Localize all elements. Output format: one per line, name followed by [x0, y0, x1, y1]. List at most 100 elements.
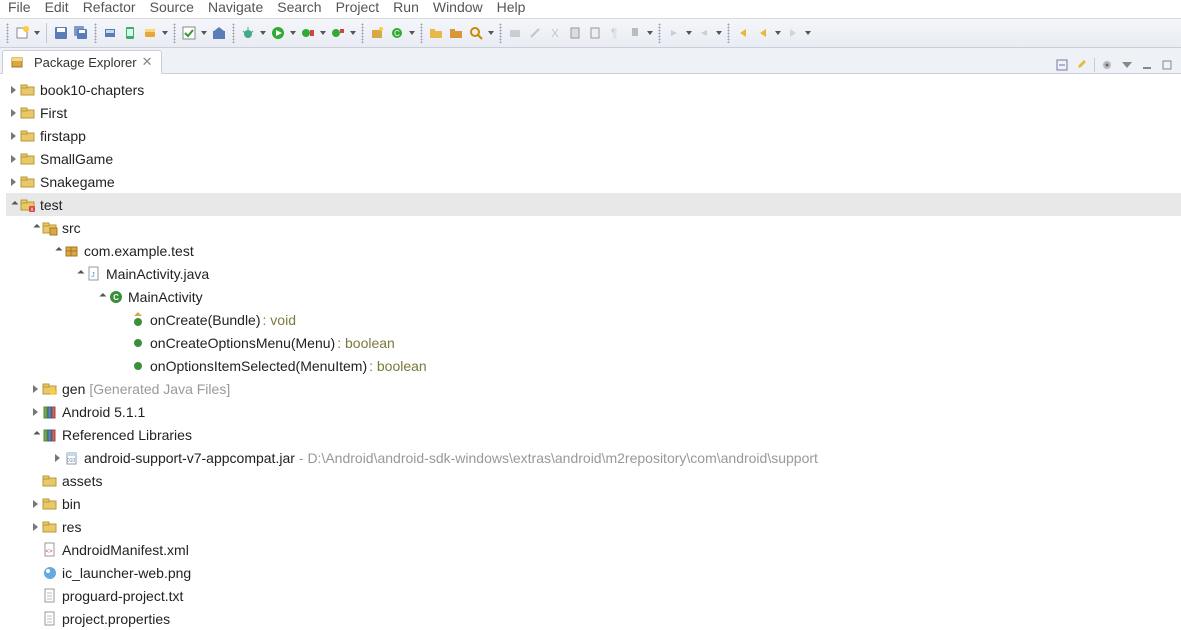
new-package-button[interactable]	[368, 24, 386, 42]
checkbox-button[interactable]	[180, 24, 198, 42]
collapsed-arrow-icon[interactable]	[6, 83, 20, 97]
tree-node[interactable]: Android 5.1.1	[6, 400, 1181, 423]
menu-help[interactable]: Help	[497, 0, 526, 15]
save-button[interactable]	[52, 24, 70, 42]
print-button[interactable]	[506, 24, 524, 42]
new-dropdown[interactable]	[33, 24, 41, 42]
open-type-button[interactable]	[427, 24, 445, 42]
view-menu-button[interactable]	[1119, 57, 1135, 73]
new-button[interactable]	[13, 24, 31, 42]
prev-annotation-dropdown[interactable]	[715, 24, 723, 42]
maximize-view-button[interactable]	[1159, 57, 1175, 73]
toolbar-grip[interactable]	[232, 23, 235, 43]
collapsed-arrow-icon[interactable]	[28, 405, 42, 419]
tree-node[interactable]: JMainActivity.java	[6, 262, 1181, 285]
minimize-view-button[interactable]	[1139, 57, 1155, 73]
run-dropdown[interactable]	[289, 24, 297, 42]
tree-node[interactable]: onCreateOptionsMenu(Menu) : boolean	[6, 331, 1181, 354]
expanded-arrow-icon[interactable]	[94, 290, 108, 304]
back-dropdown[interactable]	[774, 24, 782, 42]
package-explorer-tree[interactable]: book10-chaptersFirstfirstappSmallGameSna…	[0, 74, 1181, 630]
tree-node[interactable]: ic_launcher-web.png	[6, 561, 1181, 584]
collapsed-arrow-icon[interactable]	[50, 451, 64, 465]
menu-run[interactable]: Run	[393, 0, 419, 15]
open-task-button[interactable]	[447, 24, 465, 42]
toolbar-grip[interactable]	[499, 23, 502, 43]
tree-node[interactable]: proguard-project.txt	[6, 584, 1181, 607]
pin-button[interactable]	[626, 24, 644, 42]
cut-button[interactable]	[546, 24, 564, 42]
toolbar-grip[interactable]	[173, 23, 176, 43]
expanded-arrow-icon[interactable]	[28, 221, 42, 235]
checkbox-dropdown[interactable]	[200, 24, 208, 42]
prev-annotation-button[interactable]	[695, 24, 713, 42]
tree-node[interactable]: bin	[6, 492, 1181, 515]
tree-node[interactable]: onOptionsItemSelected(MenuItem) : boolea…	[6, 354, 1181, 377]
run-last-button[interactable]	[299, 24, 317, 42]
collapsed-arrow-icon[interactable]	[6, 152, 20, 166]
tree-node[interactable]: book10-chapters	[6, 78, 1181, 101]
link-editor-button[interactable]	[1074, 57, 1090, 73]
focus-task-button[interactable]	[1099, 57, 1115, 73]
debug-dropdown[interactable]	[259, 24, 267, 42]
tree-node[interactable]: project.properties	[6, 607, 1181, 630]
external-tools-dropdown[interactable]	[349, 24, 357, 42]
tree-node[interactable]: SmallGame	[6, 147, 1181, 170]
paste-button[interactable]	[586, 24, 604, 42]
menu-window[interactable]: Window	[433, 0, 483, 15]
menu-project[interactable]: Project	[336, 0, 380, 15]
collapsed-arrow-icon[interactable]	[6, 129, 20, 143]
menu-navigate[interactable]: Navigate	[208, 0, 263, 15]
new-class-button[interactable]: C	[388, 24, 406, 42]
next-annotation-dropdown[interactable]	[685, 24, 693, 42]
tree-node[interactable]: Referenced Libraries	[6, 423, 1181, 446]
collapsed-arrow-icon[interactable]	[28, 520, 42, 534]
collapsed-arrow-icon[interactable]	[6, 106, 20, 120]
lint-button[interactable]	[141, 24, 159, 42]
next-annotation-button[interactable]	[665, 24, 683, 42]
package-explorer-tab[interactable]: Package Explorer ✕	[2, 50, 162, 74]
run-button[interactable]	[269, 24, 287, 42]
toolbar-grip[interactable]	[658, 23, 661, 43]
tree-node[interactable]: First	[6, 101, 1181, 124]
pin-dropdown[interactable]	[646, 24, 654, 42]
tree-node[interactable]: firstapp	[6, 124, 1181, 147]
tree-node[interactable]: Snakegame	[6, 170, 1181, 193]
expanded-arrow-icon[interactable]	[50, 244, 64, 258]
toolbar-grip[interactable]	[6, 23, 9, 43]
toolbar-grip[interactable]	[727, 23, 730, 43]
menu-refactor[interactable]: Refactor	[83, 0, 136, 15]
tree-node[interactable]: assets	[6, 469, 1181, 492]
collapsed-arrow-icon[interactable]	[28, 497, 42, 511]
collapsed-arrow-icon[interactable]	[6, 175, 20, 189]
forward-button[interactable]	[784, 24, 802, 42]
menu-file[interactable]: File	[8, 0, 31, 15]
forward-dropdown[interactable]	[804, 24, 812, 42]
tree-node[interactable]: CMainActivity	[6, 285, 1181, 308]
tree-node[interactable]: res	[6, 515, 1181, 538]
tree-node[interactable]: src	[6, 216, 1181, 239]
toolbar-grip[interactable]	[420, 23, 423, 43]
tree-node[interactable]: 010android-support-v7-appcompat.jar- D:\…	[6, 446, 1181, 469]
wand-button[interactable]	[526, 24, 544, 42]
menu-search[interactable]: Search	[277, 0, 321, 15]
search-button[interactable]	[467, 24, 485, 42]
tree-node[interactable]: onCreate(Bundle) : void	[6, 308, 1181, 331]
toggle-mark-button[interactable]: ¶	[606, 24, 624, 42]
expanded-arrow-icon[interactable]	[72, 267, 86, 281]
run-last-dropdown[interactable]	[319, 24, 327, 42]
expanded-arrow-icon[interactable]	[6, 198, 20, 212]
debug-button[interactable]	[239, 24, 257, 42]
new-class-dropdown[interactable]	[408, 24, 416, 42]
expanded-arrow-icon[interactable]	[28, 428, 42, 442]
sdk-manager-button[interactable]	[101, 24, 119, 42]
build-button[interactable]	[210, 24, 228, 42]
lint-dropdown[interactable]	[161, 24, 169, 42]
search-dropdown[interactable]	[487, 24, 495, 42]
save-all-button[interactable]	[72, 24, 90, 42]
toolbar-grip[interactable]	[94, 23, 97, 43]
collapsed-arrow-icon[interactable]	[28, 382, 42, 396]
back-history-button[interactable]	[754, 24, 772, 42]
close-tab-icon[interactable]: ✕	[142, 55, 153, 70]
tree-node[interactable]: <>AndroidManifest.xml	[6, 538, 1181, 561]
